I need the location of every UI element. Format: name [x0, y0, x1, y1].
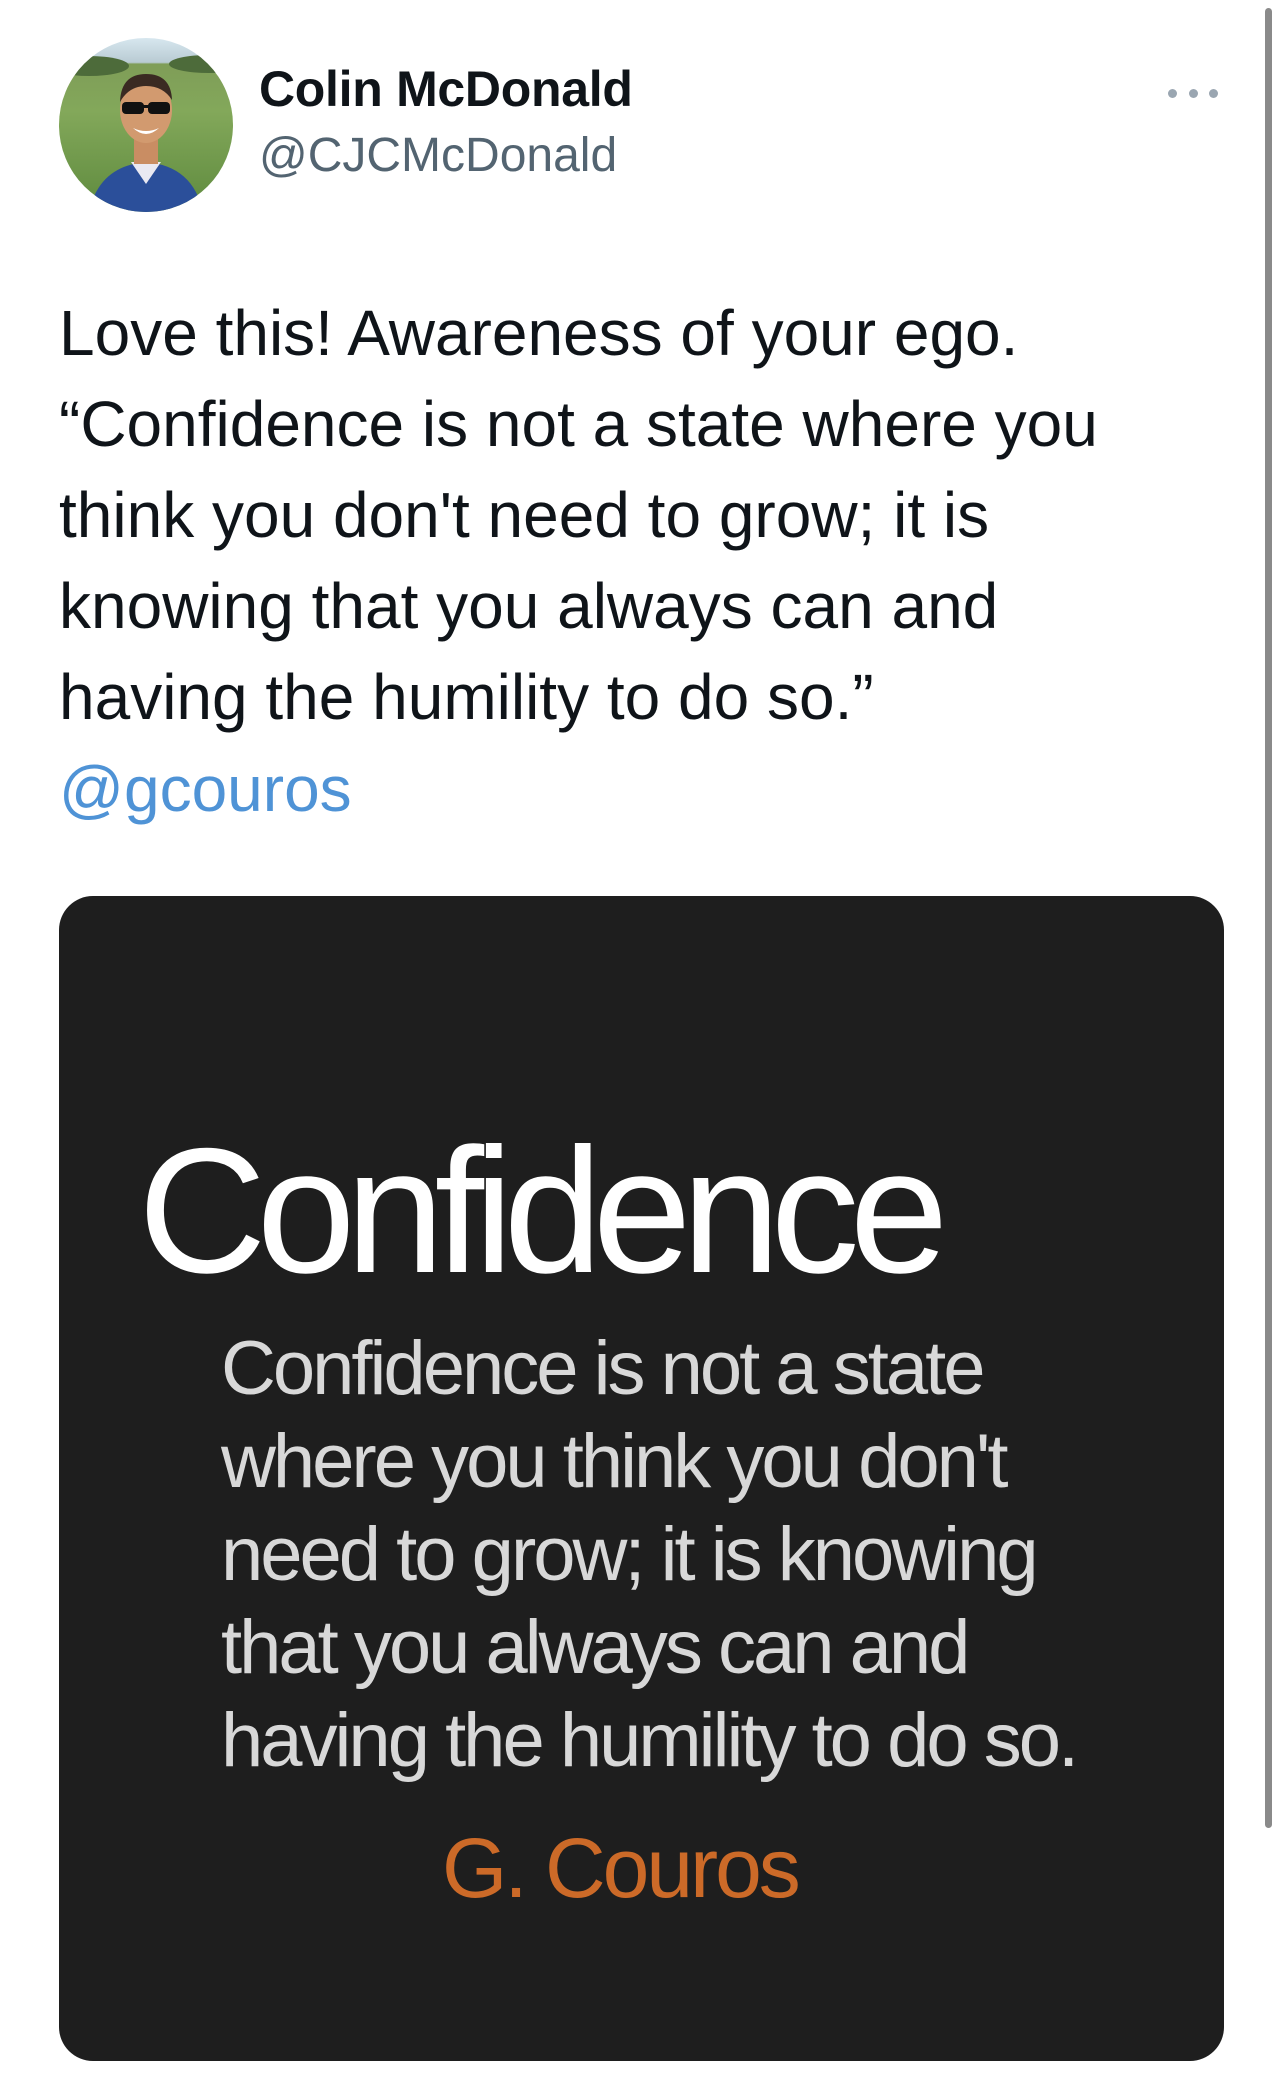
- more-dots-icon[interactable]: [1168, 78, 1218, 108]
- quote-body-line: that you always can and: [221, 1605, 970, 1690]
- tweet-text-line: think you don't need to grow; it is: [59, 479, 990, 551]
- author-display-name[interactable]: Colin McDonald: [259, 60, 633, 118]
- tweet-text: Love this! Awareness of your ego. “Confi…: [59, 288, 1209, 743]
- author-handle[interactable]: @CJCMcDonald: [259, 128, 617, 183]
- quote-body-line: having the humility to do so.: [221, 1698, 1079, 1783]
- dot: [1188, 88, 1198, 98]
- avatar-photo: [59, 55, 233, 212]
- dot: [1168, 88, 1177, 98]
- mention-link[interactable]: @gcouros: [59, 744, 352, 835]
- quote-image-author: G. Couros: [442, 1821, 801, 1915]
- tweet-media-image[interactable]: Confidence Confidence is not a state whe…: [59, 896, 1224, 2061]
- scrollbar[interactable]: [1265, 8, 1272, 1828]
- tweet-text-line: knowing that you always can and: [59, 570, 999, 642]
- quote-body-line: where you think you don't: [221, 1419, 1009, 1504]
- quote-body-line: Confidence is not a state: [221, 1326, 986, 1411]
- quote-image-title: Confidence: [138, 1111, 949, 1310]
- dot: [1209, 88, 1218, 98]
- avatar[interactable]: [59, 38, 233, 212]
- tweet-detail-page: Colin McDonald @CJCMcDonald Love this! A…: [0, 0, 1284, 2099]
- tweet-text-line: having the humility to do so.”: [59, 661, 874, 733]
- tweet-text-line: “Confidence is not a state where you: [59, 388, 1098, 460]
- quote-body-line: need to grow; it is knowing: [221, 1512, 1039, 1597]
- tweet-text-line: Love this! Awareness of your ego.: [59, 297, 1019, 369]
- quote-image-body: Confidence is not a state where you thin…: [221, 1322, 1079, 1787]
